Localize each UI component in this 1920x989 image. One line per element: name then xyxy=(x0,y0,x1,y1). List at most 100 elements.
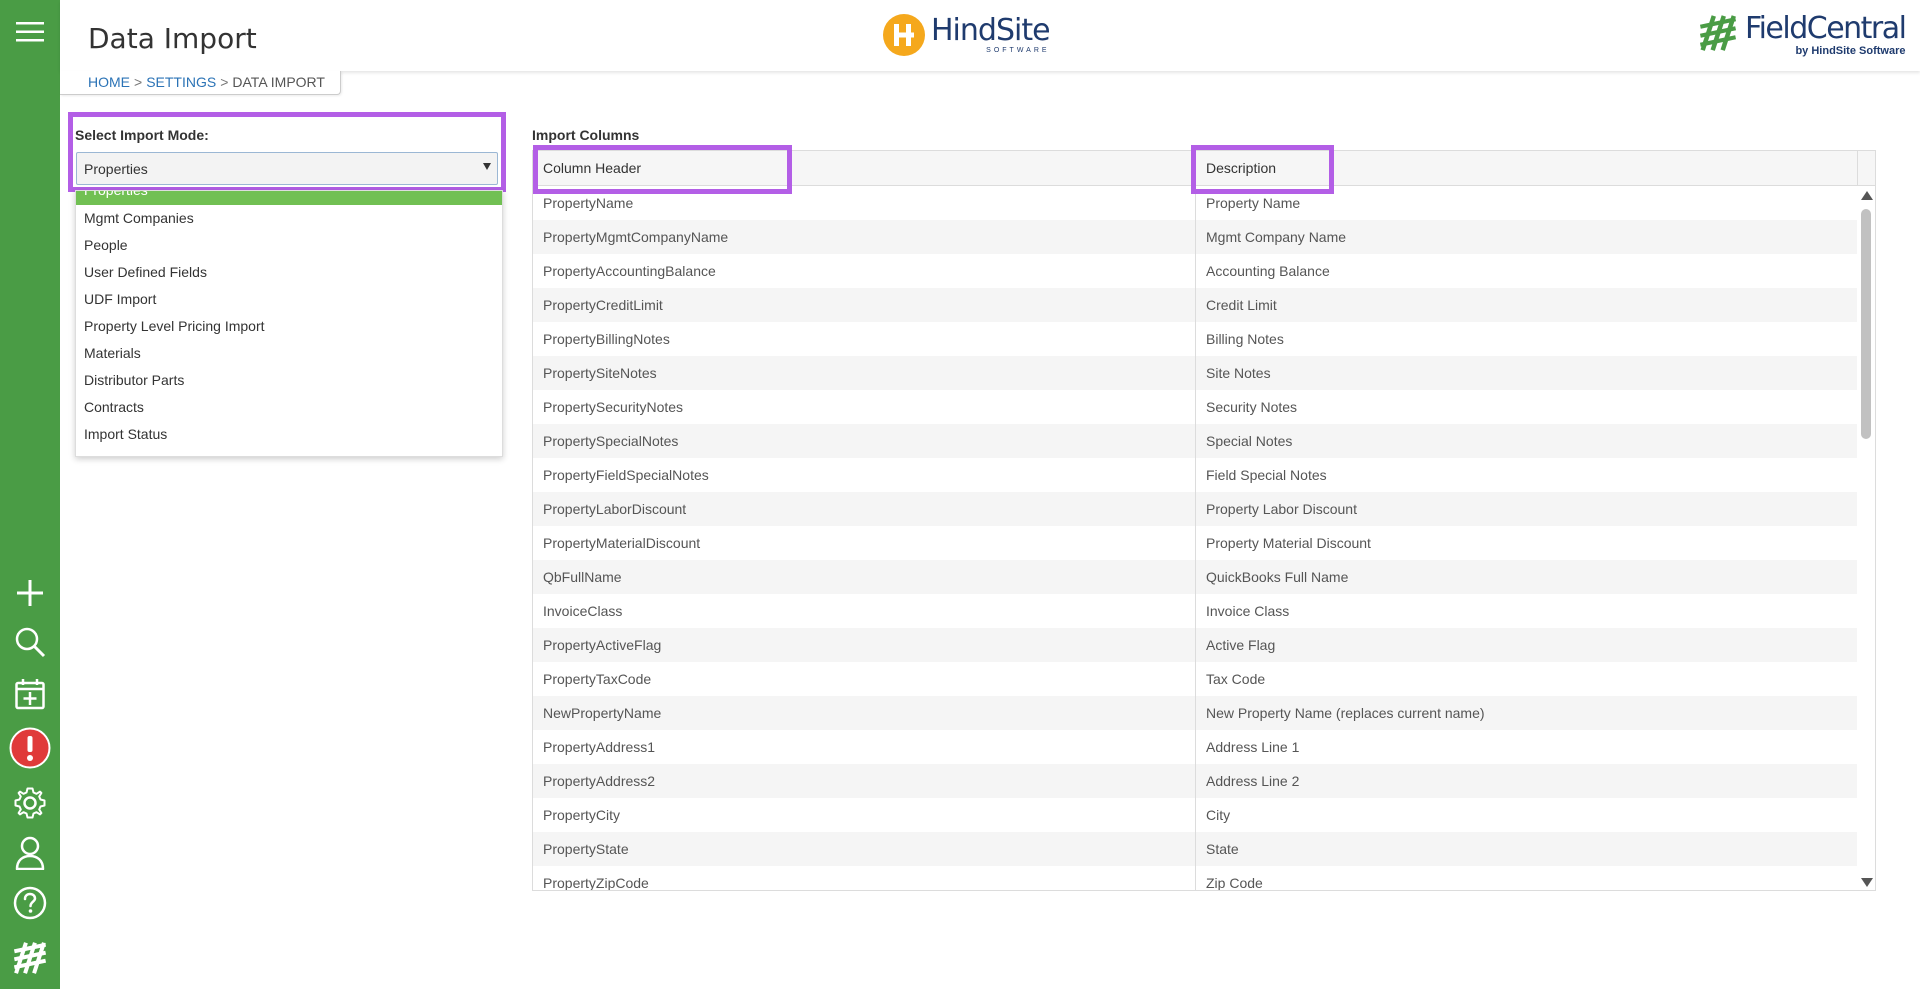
scroll-down-arrow-icon[interactable] xyxy=(1861,878,1873,887)
column-header-cell: PropertyZipCode xyxy=(543,875,649,891)
hindsite-mark-icon xyxy=(883,14,925,56)
column-header-cell: InvoiceClass xyxy=(543,603,623,619)
description-cell: Security Notes xyxy=(1195,390,1857,424)
breadcrumb-current: DATA IMPORT xyxy=(232,74,325,90)
breadcrumb-settings-link[interactable]: SETTINGS xyxy=(146,74,216,90)
column-header-cell: PropertyAccountingBalance xyxy=(543,263,716,279)
fieldcentral-logo-subtext: by HindSite Software xyxy=(1795,44,1906,57)
dropdown-option[interactable]: Property Level Pricing Import xyxy=(76,313,502,340)
search-button[interactable] xyxy=(0,620,60,664)
import-mode-select[interactable]: Properties xyxy=(76,152,498,185)
hindsite-logo: HindSite SOFTWARE xyxy=(883,12,1051,58)
dropdown-option[interactable]: UDF Import xyxy=(76,286,502,313)
alert-icon xyxy=(9,727,51,769)
settings-button[interactable] xyxy=(0,781,60,825)
calendar-add-icon xyxy=(15,678,45,710)
column-header-cell: PropertyBillingNotes xyxy=(543,331,670,347)
description-cell: City xyxy=(1195,798,1857,832)
description-heading[interactable]: Description xyxy=(1195,151,1857,186)
description-cell: Accounting Balance xyxy=(1195,254,1857,288)
dropdown-option[interactable]: People xyxy=(76,232,502,259)
table-row[interactable]: PropertyMaterialDiscount Property Materia… xyxy=(533,526,1857,560)
description-cell: Field Special Notes xyxy=(1195,458,1857,492)
table-row[interactable]: PropertyLaborDiscount Property Labor Disc… xyxy=(533,492,1857,526)
help-button[interactable] xyxy=(0,881,60,925)
fieldcentral-logo: FieldCentral by HindSite Software xyxy=(1697,10,1907,60)
scrollbar-thumb[interactable] xyxy=(1861,209,1871,439)
fieldcentral-weave-icon xyxy=(1697,12,1739,59)
fieldcentral-mark-icon xyxy=(10,940,50,976)
import-mode-label: Select Import Mode: xyxy=(75,127,209,143)
column-header-cell: PropertyAddress1 xyxy=(543,739,656,755)
table-row[interactable]: PropertySpecialNotes Special Notes xyxy=(533,424,1857,458)
dropdown-option[interactable]: Contracts xyxy=(76,394,502,421)
description-cell: Special Notes xyxy=(1195,424,1857,458)
menu-button[interactable] xyxy=(0,10,60,54)
table-row[interactable]: PropertyName Property Name xyxy=(533,186,1857,220)
table-header: Column Header Description xyxy=(533,151,1857,186)
table-row[interactable]: PropertySiteNotes Site Notes xyxy=(533,356,1857,390)
add-button[interactable] xyxy=(0,571,60,615)
dropdown-option[interactable]: Properties xyxy=(76,191,502,205)
table-body: PropertyName Property Name PropertyMgmtCom… xyxy=(533,186,1857,891)
column-header-cell: PropertySecurityNotes xyxy=(543,399,684,415)
table-row[interactable]: PropertyState State xyxy=(533,832,1857,866)
description-cell: Site Notes xyxy=(1195,356,1857,390)
description-cell: Address Line 2 xyxy=(1195,764,1857,798)
breadcrumb: HOME > SETTINGS > DATA IMPORT xyxy=(88,74,325,90)
dropdown-option[interactable]: User Defined Fields xyxy=(76,259,502,286)
fieldcentral-logo-text: FieldCentral xyxy=(1745,10,1907,46)
column-header-cell: PropertySiteNotes xyxy=(543,365,657,381)
gear-icon xyxy=(13,786,47,820)
table-row[interactable]: PropertySecurityNotes Security Notes xyxy=(533,390,1857,424)
column-header-cell: PropertyMgmtCompanyName xyxy=(543,229,729,245)
table-row[interactable]: NewPropertyName New Property Name (replac… xyxy=(533,696,1857,730)
breadcrumb-home-link[interactable]: HOME xyxy=(88,74,130,90)
table-row[interactable]: PropertyMgmtCompanyName Mgmt Company Name xyxy=(533,220,1857,254)
import-columns-label: Import Columns xyxy=(532,127,640,143)
table-row[interactable]: InvoiceClass Invoice Class xyxy=(533,594,1857,628)
description-cell: Credit Limit xyxy=(1195,288,1857,322)
description-cell: QuickBooks Full Name xyxy=(1195,560,1857,594)
column-header-cell: PropertyTaxCode xyxy=(543,671,652,687)
description-cell: Invoice Class xyxy=(1195,594,1857,628)
user-icon xyxy=(15,836,45,870)
profile-button[interactable] xyxy=(0,831,60,875)
table-scrollbar[interactable] xyxy=(1857,186,1875,890)
column-header-cell: PropertyAddress2 xyxy=(543,773,656,789)
column-header-heading[interactable]: Column Header xyxy=(533,151,1195,186)
dropdown-option[interactable]: Mgmt Companies xyxy=(76,205,502,232)
dropdown-option[interactable]: Import Status xyxy=(76,421,502,448)
column-header-cell: PropertyCity xyxy=(543,807,621,823)
table-row[interactable]: PropertyAddress2 Address Line 2 xyxy=(533,764,1857,798)
table-row[interactable]: PropertyBillingNotes Billing Notes xyxy=(533,322,1857,356)
description-cell: State xyxy=(1195,832,1857,866)
dropdown-option[interactable]: Distributor Parts xyxy=(76,367,502,394)
import-columns-table: Column Header Description PropertyName Pr… xyxy=(532,150,1876,891)
table-row[interactable]: PropertyCreditLimit Credit Limit xyxy=(533,288,1857,322)
help-icon xyxy=(13,886,47,920)
table-row[interactable]: PropertyAccountingBalance Accounting Bala… xyxy=(533,254,1857,288)
table-row[interactable]: PropertyFieldSpecialNotes Field Special N… xyxy=(533,458,1857,492)
table-row[interactable]: PropertyTaxCode Tax Code xyxy=(533,662,1857,696)
column-header-cell: PropertyCreditLimit xyxy=(543,297,663,313)
fieldcentral-home-button[interactable] xyxy=(0,936,60,980)
column-header-cell: PropertyMaterialDiscount xyxy=(543,535,701,551)
table-row[interactable]: QbFullName QuickBooks Full Name xyxy=(533,560,1857,594)
hindsite-logo-text: HindSite xyxy=(931,13,1051,48)
column-header-cell: PropertyActiveFlag xyxy=(543,637,662,653)
alerts-button[interactable] xyxy=(0,726,60,770)
header: Data Import HindSite SOFTWARE FieldCentr… xyxy=(60,0,1920,71)
import-mode-dropdown: Properties Mgmt Companies People User De… xyxy=(75,190,503,457)
scroll-up-arrow-icon[interactable] xyxy=(1861,191,1873,200)
table-row[interactable]: PropertyZipCode Zip Code xyxy=(533,866,1857,891)
description-cell: Address Line 1 xyxy=(1195,730,1857,764)
column-header-cell: QbFullName xyxy=(543,569,622,585)
breadcrumb-separator: > xyxy=(220,74,229,90)
schedule-button[interactable] xyxy=(0,672,60,716)
table-row[interactable]: PropertyAddress1 Address Line 1 xyxy=(533,730,1857,764)
table-row[interactable]: PropertyCity City xyxy=(533,798,1857,832)
menu-icon xyxy=(16,21,44,43)
dropdown-option[interactable]: Materials xyxy=(76,340,502,367)
table-row[interactable]: PropertyActiveFlag Active Flag xyxy=(533,628,1857,662)
